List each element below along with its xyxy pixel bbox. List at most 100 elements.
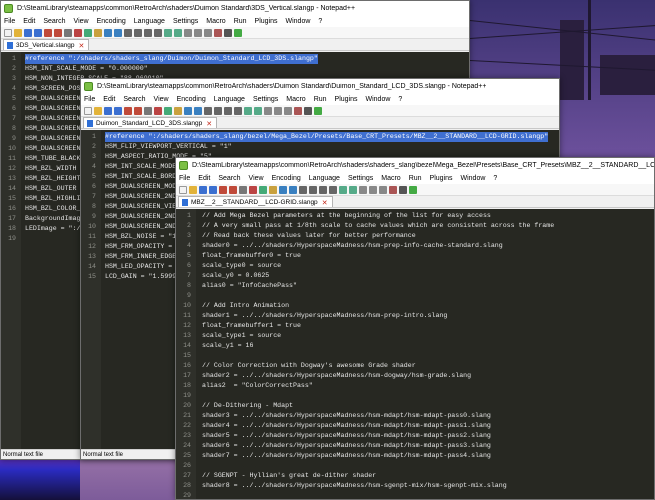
code-line[interactable]: 13 scale_type1 = source — [176, 331, 654, 341]
print-icon[interactable] — [239, 185, 247, 194]
stop-macro-icon[interactable] — [304, 106, 312, 115]
cut-icon[interactable] — [154, 106, 162, 115]
menu-file[interactable]: File — [84, 96, 95, 103]
code-line[interactable]: 22 shader4 = ../../shaders/HyperspaceMadn… — [176, 421, 654, 431]
menu-settings[interactable]: Settings — [173, 18, 198, 25]
new-file-icon[interactable] — [179, 185, 187, 194]
copy-icon[interactable] — [259, 185, 267, 194]
menu-run[interactable]: Run — [314, 96, 327, 103]
menu-settings[interactable]: Settings — [253, 96, 278, 103]
menu-encoding[interactable]: Encoding — [177, 96, 206, 103]
code-line[interactable]: 2 HSM_FLIP_VIEWPORT_VERTICAL = "1" — [81, 142, 559, 152]
close-tab-icon[interactable]: ✕ — [79, 42, 85, 50]
code-line[interactable]: 1 #reference ":/shaders/shaders_slang/Dui… — [1, 54, 469, 64]
save-all-icon[interactable] — [114, 106, 122, 115]
redo-icon[interactable] — [194, 106, 202, 115]
menu-edit[interactable]: Edit — [103, 96, 115, 103]
code-line[interactable]: 23 shader5 = ../../shaders/HyperspaceMadn… — [176, 431, 654, 441]
menu-search[interactable]: Search — [123, 96, 145, 103]
code-line[interactable]: 9 — [176, 291, 654, 301]
menu-search[interactable]: Search — [218, 175, 240, 182]
find-icon[interactable] — [204, 106, 212, 115]
menu-macro[interactable]: Macro — [206, 18, 225, 25]
paste-icon[interactable] — [174, 106, 182, 115]
paste-icon[interactable] — [269, 185, 277, 194]
code-line[interactable]: 20 // De-Dithering - Mdapt — [176, 401, 654, 411]
menu-settings[interactable]: Settings — [348, 175, 373, 182]
word-wrap-icon[interactable] — [359, 185, 367, 194]
menu-run[interactable]: Run — [234, 18, 247, 25]
code-line[interactable]: 28 shader8 = ../../shaders/HyperspaceMadn… — [176, 481, 654, 491]
zoom-in-icon[interactable] — [319, 185, 327, 194]
find-icon[interactable] — [124, 28, 132, 37]
menu-file[interactable]: File — [4, 18, 15, 25]
code-line[interactable]: 26 — [176, 461, 654, 471]
record-macro-icon[interactable] — [294, 106, 302, 115]
close-tab-icon[interactable]: ✕ — [206, 120, 212, 128]
close-all-icon[interactable] — [229, 185, 237, 194]
record-macro-icon[interactable] — [214, 28, 222, 37]
zoom-out-icon[interactable] — [234, 106, 242, 115]
open-folder-icon[interactable] — [14, 28, 22, 37]
save-all-icon[interactable] — [34, 28, 42, 37]
word-wrap-icon[interactable] — [264, 106, 272, 115]
menu-search[interactable]: Search — [43, 18, 65, 25]
save-all-icon[interactable] — [209, 185, 217, 194]
redo-icon[interactable] — [289, 185, 297, 194]
indent-guide-icon[interactable] — [284, 106, 292, 115]
menu-macro[interactable]: Macro — [381, 175, 400, 182]
menu-view[interactable]: View — [74, 18, 89, 25]
menu-help[interactable]: ? — [398, 96, 402, 103]
menu-help[interactable]: ? — [493, 175, 497, 182]
word-wrap-icon[interactable] — [184, 28, 192, 37]
stop-macro-icon[interactable] — [399, 185, 407, 194]
code-line[interactable]: 27 // SGENPT - Hyllian's great de-dither … — [176, 471, 654, 481]
close-file-icon[interactable] — [124, 106, 132, 115]
indent-guide-icon[interactable] — [204, 28, 212, 37]
text-editor[interactable]: 1 // Add Mega Bezel parameters at the beg… — [176, 209, 654, 499]
sync-vertical-icon[interactable] — [164, 28, 172, 37]
code-line[interactable]: 8 alias0 = "InfoCachePass" — [176, 281, 654, 291]
save-icon[interactable] — [199, 185, 207, 194]
record-macro-icon[interactable] — [389, 185, 397, 194]
menu-window[interactable]: Window — [461, 175, 486, 182]
replace-icon[interactable] — [214, 106, 222, 115]
play-macro-icon[interactable] — [314, 106, 322, 115]
code-line[interactable]: 16 // Color Correction with Dogway's awes… — [176, 361, 654, 371]
show-all-chars-icon[interactable] — [369, 185, 377, 194]
menu-edit[interactable]: Edit — [198, 175, 210, 182]
show-all-chars-icon[interactable] — [274, 106, 282, 115]
menu-macro[interactable]: Macro — [286, 96, 305, 103]
indent-guide-icon[interactable] — [379, 185, 387, 194]
menu-plugins[interactable]: Plugins — [255, 18, 278, 25]
find-icon[interactable] — [299, 185, 307, 194]
print-icon[interactable] — [144, 106, 152, 115]
code-line[interactable]: 24 shader6 = ../../shaders/HyperspaceMadn… — [176, 441, 654, 451]
code-line[interactable]: 15 — [176, 351, 654, 361]
print-icon[interactable] — [64, 28, 72, 37]
zoom-out-icon[interactable] — [329, 185, 337, 194]
zoom-in-icon[interactable] — [144, 28, 152, 37]
code-line[interactable]: 3 // Read back these values later for bet… — [176, 231, 654, 241]
menu-file[interactable]: File — [179, 175, 190, 182]
menu-view[interactable]: View — [249, 175, 264, 182]
menu-language[interactable]: Language — [214, 96, 245, 103]
sync-horizontal-icon[interactable] — [254, 106, 262, 115]
menu-run[interactable]: Run — [409, 175, 422, 182]
menu-language[interactable]: Language — [134, 18, 165, 25]
save-icon[interactable] — [24, 28, 32, 37]
close-all-icon[interactable] — [134, 106, 142, 115]
tab-mbz-lcd-grid[interactable]: MBZ__2__STANDARD__LCD-GRID.slangp ✕ — [178, 196, 333, 207]
code-line[interactable]: 29 — [176, 491, 654, 499]
paste-icon[interactable] — [94, 28, 102, 37]
menu-help[interactable]: ? — [318, 18, 322, 25]
undo-icon[interactable] — [279, 185, 287, 194]
menu-view[interactable]: View — [154, 96, 169, 103]
cut-icon[interactable] — [74, 28, 82, 37]
window-titlebar[interactable]: D:\SteamLibrary\steamapps\common\RetroAr… — [1, 1, 469, 15]
close-file-icon[interactable] — [219, 185, 227, 194]
menu-plugins[interactable]: Plugins — [335, 96, 358, 103]
redo-icon[interactable] — [114, 28, 122, 37]
undo-icon[interactable] — [184, 106, 192, 115]
code-line[interactable]: 12 float_framebuffer1 = true — [176, 321, 654, 331]
